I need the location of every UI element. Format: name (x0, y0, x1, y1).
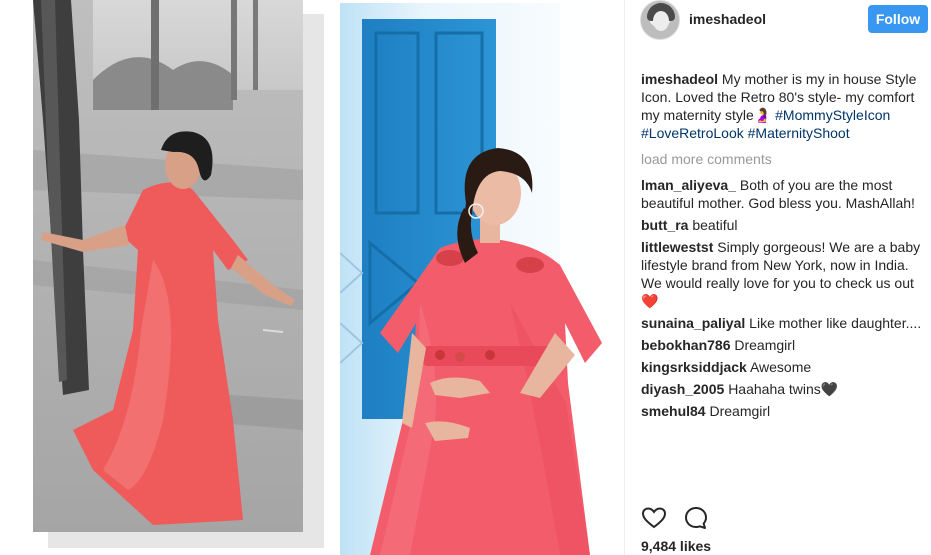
comment-username[interactable]: sunaina_paliyal (641, 315, 745, 331)
hashtag-link[interactable]: #MaternityShoot (748, 125, 850, 141)
comment-username[interactable]: bebokhan786 (641, 337, 730, 353)
comment-username[interactable]: butt_ra (641, 217, 688, 233)
comment-text: Awesome (749, 359, 812, 375)
comment-text: Haahaha twins (728, 381, 821, 397)
post-username[interactable]: imeshadeol (689, 11, 766, 27)
comment-username[interactable]: kingsrksiddjack (641, 359, 747, 375)
post-header: imeshadeol Follow (625, 0, 931, 40)
comment-username[interactable]: diyash_2005 (641, 381, 724, 397)
list-item: diyash_2005 Haahaha twins🖤 (641, 380, 923, 398)
comment-icon[interactable] (683, 505, 709, 531)
comment-username[interactable]: smehul84 (641, 403, 706, 419)
caption-username[interactable]: imeshadeol (641, 71, 718, 87)
comment-text: Like mother like daughter.... (749, 315, 922, 331)
comment-text: Dreamgirl (734, 337, 796, 353)
vintage-photo (33, 0, 303, 532)
avatar-face (653, 11, 669, 31)
avatar[interactable] (640, 0, 680, 40)
hashtag-link[interactable]: #MommyStyleIcon (775, 107, 890, 123)
comment-text: beatiful (692, 217, 738, 233)
comment-username[interactable]: lman_aliyeva_ (641, 177, 736, 193)
post-media[interactable] (0, 0, 624, 555)
list-item: kingsrksiddjack Awesome (641, 358, 923, 376)
pregnant-emoji-icon: 🤰 (753, 107, 772, 123)
caption: imeshadeol My mother is my in house Styl… (641, 70, 923, 142)
load-more-comments-button[interactable]: load more comments (641, 150, 923, 168)
comment-username[interactable]: littlewestst (641, 239, 713, 255)
post-actions (641, 505, 721, 531)
black-heart-emoji-icon: 🖤 (820, 381, 839, 397)
list-item: butt_ra beatiful (641, 216, 923, 234)
comments-list: imeshadeol My mother is my in house Styl… (641, 70, 923, 424)
list-item: lman_aliyeva_ Both of you are the most b… (641, 176, 923, 212)
post-sidebar: imeshadeol Follow imeshadeol My mother i… (624, 0, 931, 555)
list-item: sunaina_paliyal Like mother like daughte… (641, 314, 923, 332)
comment-text: Dreamgirl (709, 403, 771, 419)
list-item: bebokhan786 Dreamgirl (641, 336, 923, 354)
likes-count[interactable]: 9,484 likes (641, 538, 711, 554)
heart-emoji-icon: ❤️ (641, 293, 659, 309)
hashtag-link[interactable]: #LoveRetroLook (641, 125, 744, 141)
follow-button[interactable]: Follow (868, 5, 928, 33)
heart-icon[interactable] (641, 505, 667, 531)
list-item: littlewestst Simply gorgeous! We are a b… (641, 238, 923, 310)
list-item: smehul84 Dreamgirl (641, 402, 923, 420)
maternity-photo (340, 3, 624, 555)
